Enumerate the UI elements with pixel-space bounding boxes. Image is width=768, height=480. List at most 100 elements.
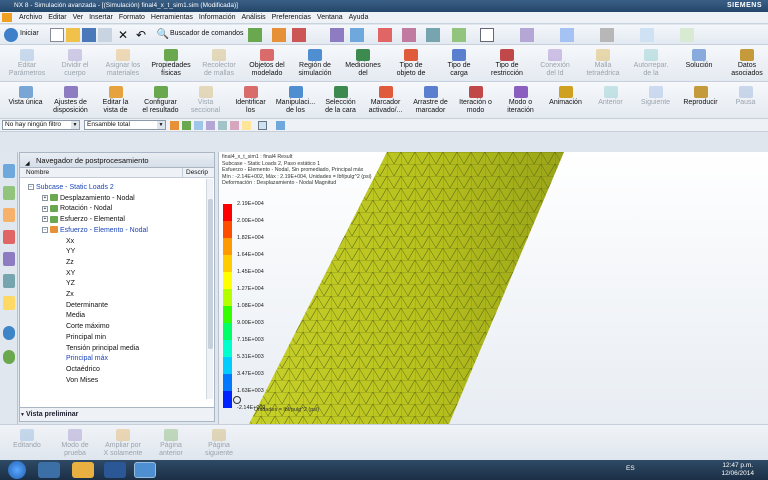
tree-leaf-corte-maximo[interactable]: Corte máximo (66, 322, 110, 332)
ribbon-identificar-los-button[interactable]: Identificar los (229, 84, 272, 115)
tree-item-esfuerzo-elemental[interactable]: + Esfuerzo - Elemental (42, 215, 125, 225)
menu-preferencias[interactable]: Preferencias (269, 12, 314, 24)
misc-icon[interactable] (640, 28, 654, 42)
menu-analisis[interactable]: Análisis (239, 12, 269, 24)
sim-navigator-icon[interactable] (3, 208, 15, 222)
filter-icon[interactable] (182, 121, 191, 130)
view-icon[interactable] (452, 28, 466, 42)
window-icon[interactable] (330, 28, 344, 42)
column-name[interactable]: Nombre (26, 168, 49, 178)
ribbon-configurar-el-resultado-button[interactable]: Configurar el resultado (139, 84, 182, 115)
analysis-icon[interactable] (292, 28, 306, 42)
snap-icon[interactable] (248, 28, 262, 42)
post-navigator-icon[interactable] (3, 230, 15, 244)
ribbon-recolector-de-mallas-button[interactable]: Recolector de mallas (196, 47, 242, 78)
tree-item-desplazamiento-nodal[interactable]: + Desplazamiento - Nodal (42, 194, 135, 204)
menu-archivo[interactable]: Archivo (16, 12, 45, 24)
start-icon[interactable] (4, 28, 18, 42)
open-folder-icon[interactable] (66, 28, 80, 42)
preview-section[interactable]: ▼ Vista preliminar (20, 407, 214, 421)
tree-leaf-xx[interactable]: Xx (66, 237, 74, 247)
expand-toggle-icon[interactable]: + (42, 216, 48, 223)
web-icon[interactable] (3, 350, 15, 364)
tree-leaf-principal-max[interactable]: Principal máx (66, 354, 108, 364)
menu-insertar[interactable]: Insertar (86, 12, 116, 24)
tree-item-subcase[interactable]: − Subcase - Static Loads 2 (28, 183, 114, 193)
ribbon-tipo-de-objeto-de-button[interactable]: Tipo de objeto de (388, 47, 434, 78)
tools-icon[interactable] (520, 28, 534, 42)
stress-model-mesh[interactable] (219, 152, 768, 424)
ribbon-asignar-los-materiales-button[interactable]: Asignar los materiales (100, 47, 146, 78)
snap-quad-icon[interactable] (242, 121, 251, 130)
assembly-scope-dropdown[interactable]: Ensamble total ▼ (84, 120, 166, 130)
snap-end-icon[interactable] (206, 121, 215, 130)
expand-toggle-icon[interactable]: + (42, 205, 48, 212)
select-icon[interactable] (272, 28, 286, 42)
ribbon-dividir-el-cuerpo-button[interactable]: Dividir el cuerpo (52, 47, 98, 78)
scrollbar-thumb[interactable] (208, 199, 213, 349)
ribbon-vista-unica-button[interactable]: Vista única (4, 84, 47, 107)
ribbon-mediciones-del-button[interactable]: Mediciones del (340, 47, 386, 78)
fit-icon[interactable] (350, 28, 364, 42)
ribbon-propiedades-fisicas-button[interactable]: Propiedades físicas (148, 47, 194, 78)
orient-icon[interactable] (426, 28, 440, 42)
copy-icon[interactable] (98, 28, 112, 42)
history-icon[interactable] (3, 252, 15, 266)
expand-toggle-icon[interactable]: − (42, 226, 48, 233)
misc2-icon[interactable] (680, 28, 694, 42)
help-icon[interactable] (600, 28, 614, 42)
ribbon-pausa-button[interactable]: Pausa (724, 84, 767, 107)
start-button[interactable]: Iniciar (20, 30, 39, 37)
tree-leaf-principal-min[interactable]: Principal min (66, 333, 106, 343)
part-navigator-icon[interactable] (3, 164, 15, 178)
page-editando-button[interactable]: Editando (4, 427, 50, 450)
menu-informacion[interactable]: Información (196, 12, 239, 24)
page-pagina-anterior-button[interactable]: Página anterior (148, 427, 194, 458)
ribbon-tipo-de-carga-button[interactable]: Tipo de carga (436, 47, 482, 78)
tree-leaf-zx[interactable]: Zx (66, 290, 74, 300)
ribbon-region-de-simulacion-button[interactable]: Región de simulación (292, 47, 338, 78)
menu-editar[interactable]: Editar (45, 12, 69, 24)
chrome-icon[interactable] (38, 462, 60, 478)
language-indicator[interactable]: ES (626, 465, 635, 472)
tree-leaf-von-mises[interactable]: Von Mises (66, 376, 98, 386)
menu-ver[interactable]: Ver (70, 12, 87, 24)
ribbon-solucion-button[interactable]: Solución (676, 47, 722, 70)
snap-center-icon[interactable] (230, 121, 239, 130)
ribbon-iteracion-o-modo-button[interactable]: Iteración o modo (454, 84, 497, 115)
display-icon[interactable] (480, 28, 494, 42)
ribbon-seleccion-de-la-cara-button[interactable]: Selección de la cara (319, 84, 362, 115)
menu-ventana[interactable]: Ventana (314, 12, 346, 24)
ribbon-datos-asociados-button[interactable]: Datos asociados (724, 47, 768, 78)
undo-icon[interactable]: ↶ (134, 28, 148, 42)
tree-leaf-zz[interactable]: Zz (66, 258, 74, 268)
tree-leaf-yy[interactable]: YY (66, 247, 75, 257)
page-modo-de-prueba-button[interactable]: Modo de prueba (52, 427, 98, 458)
explorer-icon[interactable] (72, 462, 94, 478)
tree-leaf-determinante[interactable]: Determinante (66, 301, 108, 311)
tree-leaf-xy[interactable]: XY (66, 269, 75, 279)
column-description[interactable]: Descrip (182, 168, 214, 178)
tree-leaf-tension-principal-media[interactable]: Tensión principal media (66, 344, 139, 354)
new-file-icon[interactable] (50, 28, 64, 42)
page-ampliar-por-x-solamente-button[interactable]: Ampliar por X solamente (100, 427, 146, 458)
system-clock[interactable]: 12:47 p.m. 12/06/2014 (721, 462, 754, 478)
ribbon-autorrepar-de-la-button[interactable]: Autorrepar. de la (628, 47, 674, 78)
windows-start-icon[interactable] (8, 461, 26, 479)
expand-toggle-icon[interactable]: + (42, 194, 48, 201)
menu-herramientas[interactable]: Herramientas (148, 12, 196, 24)
info-icon[interactable] (3, 326, 15, 340)
ribbon-arrastre-de-marcador-button[interactable]: Arrastre de marcador (409, 84, 452, 115)
expand-toggle-icon[interactable]: − (28, 184, 34, 191)
layer-icon[interactable] (402, 28, 416, 42)
ribbon-modo-o-iteracion-button[interactable]: Modo o iteración (499, 84, 542, 115)
selection-filter-dropdown[interactable]: No hay ningún filtro ▼ (2, 120, 80, 130)
ribbon-tipo-de-restriccion-button[interactable]: Tipo de restricción (484, 47, 530, 78)
ribbon-animacion-button[interactable]: Animación (544, 84, 587, 107)
menu-ayuda[interactable]: Ayuda (346, 12, 372, 24)
ribbon-marcador-activado-button[interactable]: Marcador activado/... (364, 84, 407, 115)
options-icon[interactable] (560, 28, 574, 42)
tree-scrollbar[interactable] (206, 179, 213, 399)
ribbon-manipulaci-de-los-button[interactable]: Manipulaci... de los (274, 84, 317, 115)
ribbon-siguiente-button[interactable]: Siguiente (634, 84, 677, 107)
